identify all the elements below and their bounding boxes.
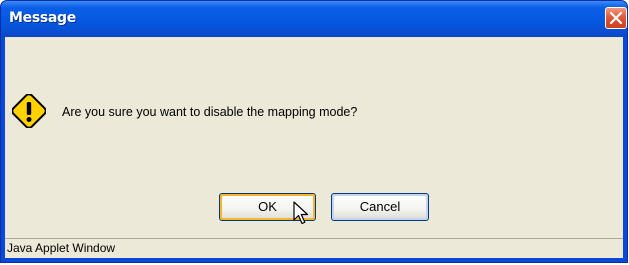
status-text: Java Applet Window: [7, 241, 116, 255]
cancel-button[interactable]: Cancel: [331, 193, 429, 221]
close-icon: [610, 12, 622, 24]
title-bar[interactable]: Message: [1, 1, 627, 37]
close-button[interactable]: [605, 7, 627, 29]
window-title: Message: [9, 10, 76, 26]
message-dialog-window: Message Are you sure you want to disable…: [0, 0, 628, 263]
dialog-body: Are you sure you want to disable the map…: [5, 37, 623, 258]
dialog-message: Are you sure you want to disable the map…: [62, 105, 358, 119]
status-bar: Java Applet Window: [5, 238, 623, 258]
warning-icon: [12, 94, 46, 128]
mouse-cursor-icon: [293, 201, 309, 225]
